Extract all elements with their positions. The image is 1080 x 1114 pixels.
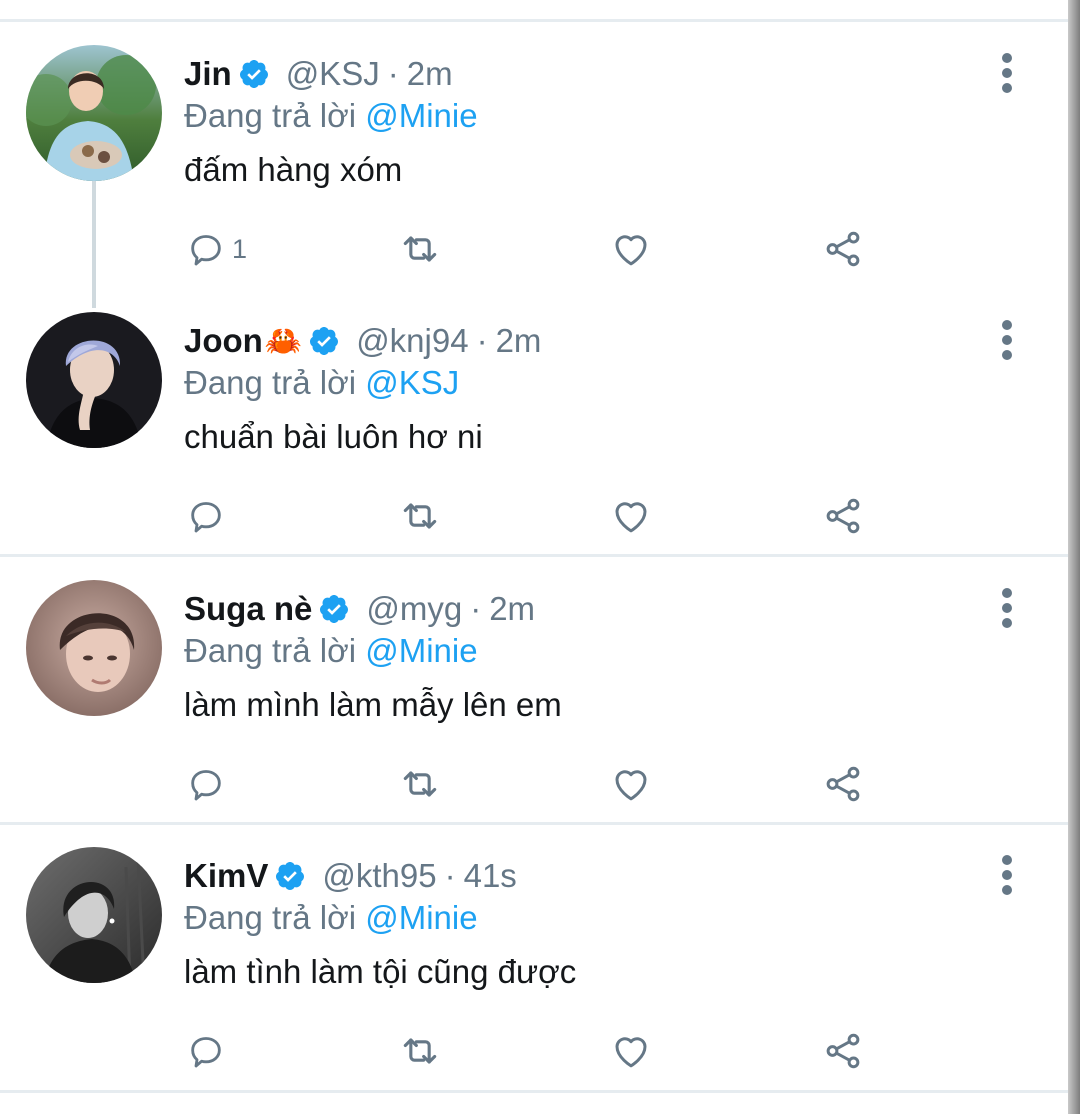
comment-bubble-icon: [191, 1037, 221, 1068]
more-vertical-icon[interactable]: [996, 53, 1020, 93]
avatar[interactable]: [26, 580, 162, 716]
replying-to-line: Đang trả lời @Minie: [184, 97, 478, 135]
tweet-text: làm tình làm tội cũng được: [184, 953, 577, 990]
tweet-actions: [184, 494, 884, 538]
more-vertical-icon[interactable]: [996, 588, 1020, 628]
share-button[interactable]: [822, 227, 864, 271]
display-name[interactable]: Jin: [184, 55, 232, 93]
separator-dot: ·: [470, 590, 482, 627]
reply-button[interactable]: [186, 762, 232, 806]
reply-button[interactable]: [186, 1029, 232, 1073]
comment-bubble-icon: [191, 502, 221, 533]
tweet-jin[interactable]: Jin @KSJ · 2m Đang trả lời @Minie đấm hà…: [0, 45, 1068, 275]
crab-emoji: 🦀: [264, 324, 303, 358]
reply-button[interactable]: [186, 494, 232, 538]
like-button[interactable]: [610, 227, 652, 271]
tweet-joon[interactable]: Joon 🦀 @knj94 · 2m Đang trả lời @KSJ chu…: [0, 312, 1068, 542]
tweet-text: chuẩn bài luôn hơ ni: [184, 418, 483, 455]
retweet-icon: [403, 771, 437, 797]
separator-dot: ·: [387, 55, 399, 92]
more-vertical-icon[interactable]: [996, 320, 1020, 360]
replying-to-line: Đang trả lời @Minie: [184, 632, 478, 670]
separator-dot: ·: [476, 322, 488, 359]
like-button[interactable]: [610, 1029, 652, 1073]
username-handle[interactable]: @knj94: [356, 322, 468, 360]
reply-mention-link[interactable]: @KSJ: [365, 364, 459, 401]
timestamp[interactable]: 2m: [407, 55, 453, 93]
retweet-button[interactable]: [398, 494, 442, 538]
verified-badge-icon: [274, 860, 306, 892]
heart-icon: [615, 770, 647, 801]
share-icon: [826, 231, 860, 267]
retweet-icon: [403, 503, 437, 529]
tweet-actions: [184, 1029, 884, 1073]
heart-icon: [615, 235, 647, 266]
username-handle[interactable]: @kth95: [322, 857, 436, 895]
tweet-text: đấm hàng xóm: [184, 151, 403, 188]
display-name[interactable]: Suga nè: [184, 590, 312, 628]
retweet-button[interactable]: [398, 762, 442, 806]
username-handle[interactable]: @myg: [366, 590, 462, 628]
avatar[interactable]: [26, 847, 162, 983]
share-button[interactable]: [822, 762, 864, 806]
tweet-kimv[interactable]: KimV @kth95 · 41s Đang trả lời @Minie là…: [0, 847, 1068, 1077]
bottom-divider: [0, 1090, 1068, 1093]
replying-to-label: Đang trả lời: [184, 97, 357, 134]
reply-mention-link[interactable]: @Minie: [365, 899, 477, 936]
retweet-button[interactable]: [398, 1029, 442, 1073]
separator-dot: ·: [444, 857, 456, 894]
heart-icon: [615, 1037, 647, 1068]
username-handle[interactable]: @KSJ: [286, 55, 380, 93]
replying-to-line: Đang trả lời @Minie: [184, 899, 478, 937]
tweet-header: Suga nè @myg · 2m: [184, 584, 535, 634]
replying-to-label: Đang trả lời: [184, 632, 357, 669]
share-icon: [826, 1033, 860, 1069]
tweet-header: KimV @kth95 · 41s: [184, 851, 517, 901]
replying-to-line: Đang trả lời @KSJ: [184, 364, 459, 402]
tweet-header: Jin @KSJ · 2m: [184, 49, 453, 99]
share-icon: [826, 766, 860, 802]
reply-mention-link[interactable]: @Minie: [365, 97, 477, 134]
timestamp[interactable]: 41s: [464, 857, 517, 895]
tweet-header: Joon 🦀 @knj94 · 2m: [184, 316, 541, 366]
verified-badge-icon: [308, 325, 340, 357]
retweet-icon: [403, 236, 437, 262]
replying-to-label: Đang trả lời: [184, 364, 357, 401]
share-button[interactable]: [822, 494, 864, 538]
divider-after-suga: [0, 822, 1068, 825]
retweet-icon: [403, 1038, 437, 1064]
display-name[interactable]: Joon: [184, 322, 263, 360]
more-vertical-icon[interactable]: [996, 855, 1020, 895]
reply-button[interactable]: 1: [186, 227, 247, 271]
avatar[interactable]: [26, 45, 162, 181]
retweet-button[interactable]: [398, 227, 442, 271]
reply-count: 1: [232, 233, 248, 264]
scrollbar-edge: [1068, 0, 1080, 1114]
verified-badge-icon: [318, 593, 350, 625]
comment-bubble-icon: [191, 235, 221, 266]
verified-badge-icon: [238, 58, 270, 90]
divider-after-thread: [0, 554, 1068, 557]
display-name[interactable]: KimV: [184, 857, 268, 895]
replying-to-label: Đang trả lời: [184, 899, 357, 936]
tweet-text: làm mình làm mẫy lên em: [184, 686, 562, 723]
share-button[interactable]: [822, 1029, 864, 1073]
comment-bubble-icon: [191, 770, 221, 801]
tweet-actions: [184, 762, 884, 806]
top-divider: [0, 19, 1068, 22]
like-button[interactable]: [610, 762, 652, 806]
tweet-actions: 1: [184, 227, 884, 271]
share-icon: [826, 498, 860, 534]
timestamp[interactable]: 2m: [496, 322, 542, 360]
like-button[interactable]: [610, 494, 652, 538]
heart-icon: [615, 502, 647, 533]
avatar[interactable]: [26, 312, 162, 448]
timestamp[interactable]: 2m: [489, 590, 535, 628]
tweet-suga[interactable]: Suga nè @myg · 2m Đang trả lời @Minie là…: [0, 580, 1068, 810]
reply-mention-link[interactable]: @Minie: [365, 632, 477, 669]
